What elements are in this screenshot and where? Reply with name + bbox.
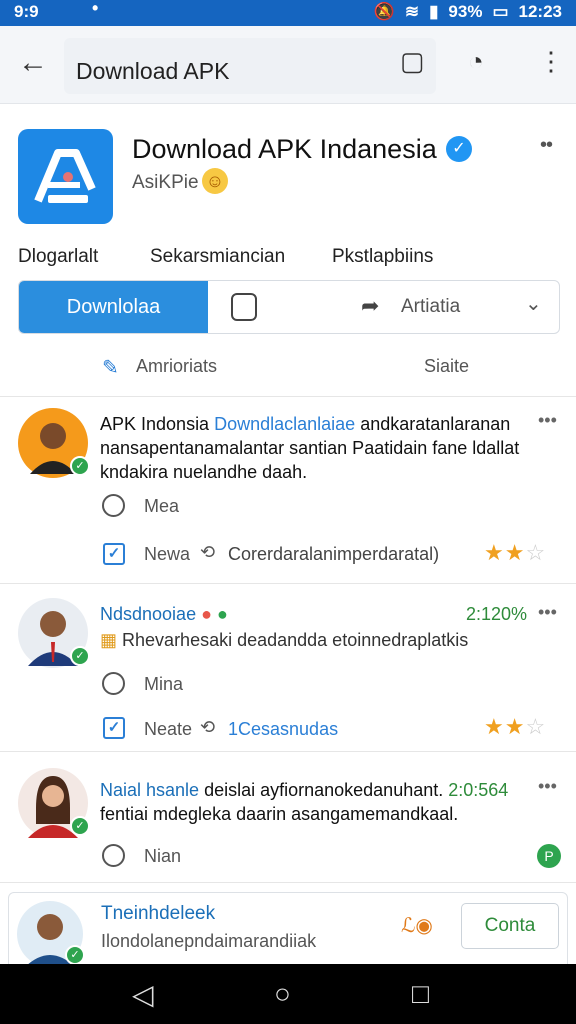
rating-stars: ★★☆ xyxy=(484,540,547,565)
nav-recents-icon[interactable]: □ xyxy=(412,978,429,1010)
divider xyxy=(0,882,576,883)
online-badge-icon: ✓ xyxy=(70,456,90,476)
post-text-1: deislai ayfiornanokedanuhant. xyxy=(199,780,444,800)
status-icon: P xyxy=(537,844,561,868)
avatar: ✓ xyxy=(18,768,90,838)
contact-button[interactable]: Conta xyxy=(461,903,559,949)
bookmark-icon[interactable]: ▢ xyxy=(400,46,425,77)
post-link[interactable]: Downdlaclanlaiae xyxy=(214,414,355,434)
contact-subtitle: Ilondolanepndaimarandiiak xyxy=(101,931,317,951)
post-more-icon[interactable]: ••• xyxy=(538,410,557,431)
action-bar: Downlolaa ➦ Artiatia ⌄ xyxy=(18,280,560,334)
pin-icon: ● xyxy=(201,604,212,624)
share-right-label[interactable]: 1Cesasnudas xyxy=(228,719,338,740)
repost-icon[interactable]: ⟲ xyxy=(200,717,215,738)
status-bar: 9:9 • 🔕 ≋ ▮ 93% ▭ 12:23 xyxy=(0,0,576,26)
tab-2[interactable]: Sekarsmiancian xyxy=(150,246,285,268)
signal-icon: ▮ xyxy=(429,2,439,21)
post-text-1: andkaratanlaranan xyxy=(355,414,511,434)
check-icon[interactable]: ✓ xyxy=(103,543,125,565)
contact-icon: ℒ◉ xyxy=(401,915,433,937)
status-time: 9:9 xyxy=(14,2,39,21)
more-options-icon[interactable]: •• xyxy=(540,134,553,157)
repost-icon[interactable]: ⟲ xyxy=(200,542,215,563)
check-icon[interactable]: ✓ xyxy=(103,717,125,739)
app-title: Download APK Indanesia xyxy=(132,134,437,164)
post-text-2: nansapentanamalantar santian Paatidain f… xyxy=(100,438,520,458)
leaf-icon: ● xyxy=(216,604,228,624)
notification-dot-icon: • xyxy=(92,0,99,18)
subrow-left[interactable]: Amrioriats xyxy=(136,356,217,377)
tag-icon: ▦ xyxy=(100,630,118,650)
battery-level: 93% xyxy=(448,2,483,21)
post-more-icon[interactable]: ••• xyxy=(538,776,557,797)
subrow-right[interactable]: Siaite xyxy=(424,356,469,377)
chevron-down-icon[interactable]: ⌄ xyxy=(525,291,542,316)
post-time: 2:0:564 xyxy=(448,780,509,800)
post-more-icon[interactable]: ••• xyxy=(538,602,557,623)
more-icon[interactable]: ⋮ xyxy=(538,46,564,77)
app-bar: ← Download APK ▢ ◔ ⋮ xyxy=(0,26,576,104)
edit-icon[interactable]: ✎ xyxy=(102,355,119,380)
like-icon[interactable] xyxy=(102,672,125,695)
copy-icon[interactable] xyxy=(231,293,257,321)
post-3: ✓ Naial hsanle deislai ayfiornanokedanuh… xyxy=(0,752,576,882)
history-icon[interactable]: ◔ xyxy=(468,46,484,77)
post-text-3: kndakira nuelandhe daah. xyxy=(100,462,308,482)
tab-3[interactable]: Pkstlapbiins xyxy=(332,246,433,268)
share-left-label[interactable]: Neate xyxy=(144,719,192,740)
post-author[interactable]: Ndsdnooiae xyxy=(100,604,196,624)
like-icon[interactable] xyxy=(102,494,125,517)
avatar: ✓ xyxy=(18,598,90,668)
nav-back-icon[interactable]: ◁ xyxy=(132,978,154,1011)
like-label[interactable]: Mea xyxy=(144,496,179,517)
online-badge-icon: ✓ xyxy=(70,816,90,836)
post-author[interactable]: Naial hsanle xyxy=(100,780,199,800)
avatar: ✓ xyxy=(18,408,90,478)
post-2: ✓ Ndsdnooiae ● ● 2:120% ••• ▦ Rhevarhesa… xyxy=(0,584,576,750)
like-icon[interactable] xyxy=(102,844,125,867)
online-badge-icon: ✓ xyxy=(70,646,90,666)
share-left-label[interactable]: Newa xyxy=(144,544,190,565)
avatar: ✓ xyxy=(17,901,85,967)
smile-emoji-icon: ☺ xyxy=(202,168,228,194)
post-text-2: fentiai mdegleka daarin asangamemandkaal… xyxy=(100,804,459,824)
post-text-1: Rhevarhesaki deadandda etoinnedraplatkis xyxy=(122,630,469,650)
share-label[interactable]: Artiatia xyxy=(401,296,460,318)
download-button[interactable]: Downlolaa xyxy=(19,281,208,333)
tab-1[interactable]: Dlogarlalt xyxy=(18,246,98,268)
nav-bar: ◁ ○ □ xyxy=(0,964,576,1024)
online-badge-icon: ✓ xyxy=(65,945,85,965)
back-icon[interactable]: ← xyxy=(18,46,48,80)
share-right-label[interactable]: Corerdaralanimperdaratal) xyxy=(228,544,439,565)
share-icon[interactable]: ➦ xyxy=(361,293,379,319)
page-title[interactable]: Download APK xyxy=(64,38,436,94)
mute-icon: 🔕 xyxy=(373,2,395,21)
battery-icon: ▭ xyxy=(492,2,509,21)
status-clock: 12:23 xyxy=(518,2,562,21)
verified-icon: ✓ xyxy=(446,136,472,162)
post-time: 2:120% xyxy=(466,604,528,624)
like-label[interactable]: Mina xyxy=(144,674,183,695)
contact-name[interactable]: Tneinhdeleek xyxy=(101,903,215,925)
app-subtitle: AsiKPie xyxy=(132,172,199,193)
post-author[interactable]: APK Indonsia xyxy=(100,414,209,434)
bottom-card: ✓ Tneinhdeleek Ilondolanepndaimarandiiak… xyxy=(8,892,568,970)
apk-logo-icon xyxy=(18,129,113,224)
sub-row: ✎ Amrioriats Siaite xyxy=(0,350,576,384)
wifi-icon: ≋ xyxy=(404,2,420,21)
like-label[interactable]: Nian xyxy=(144,846,181,867)
post-1: ✓ APK Indonsia Downdlaclanlaiae andkarat… xyxy=(0,396,576,582)
rating-stars: ★★☆ xyxy=(484,714,547,739)
nav-home-icon[interactable]: ○ xyxy=(274,978,291,1010)
